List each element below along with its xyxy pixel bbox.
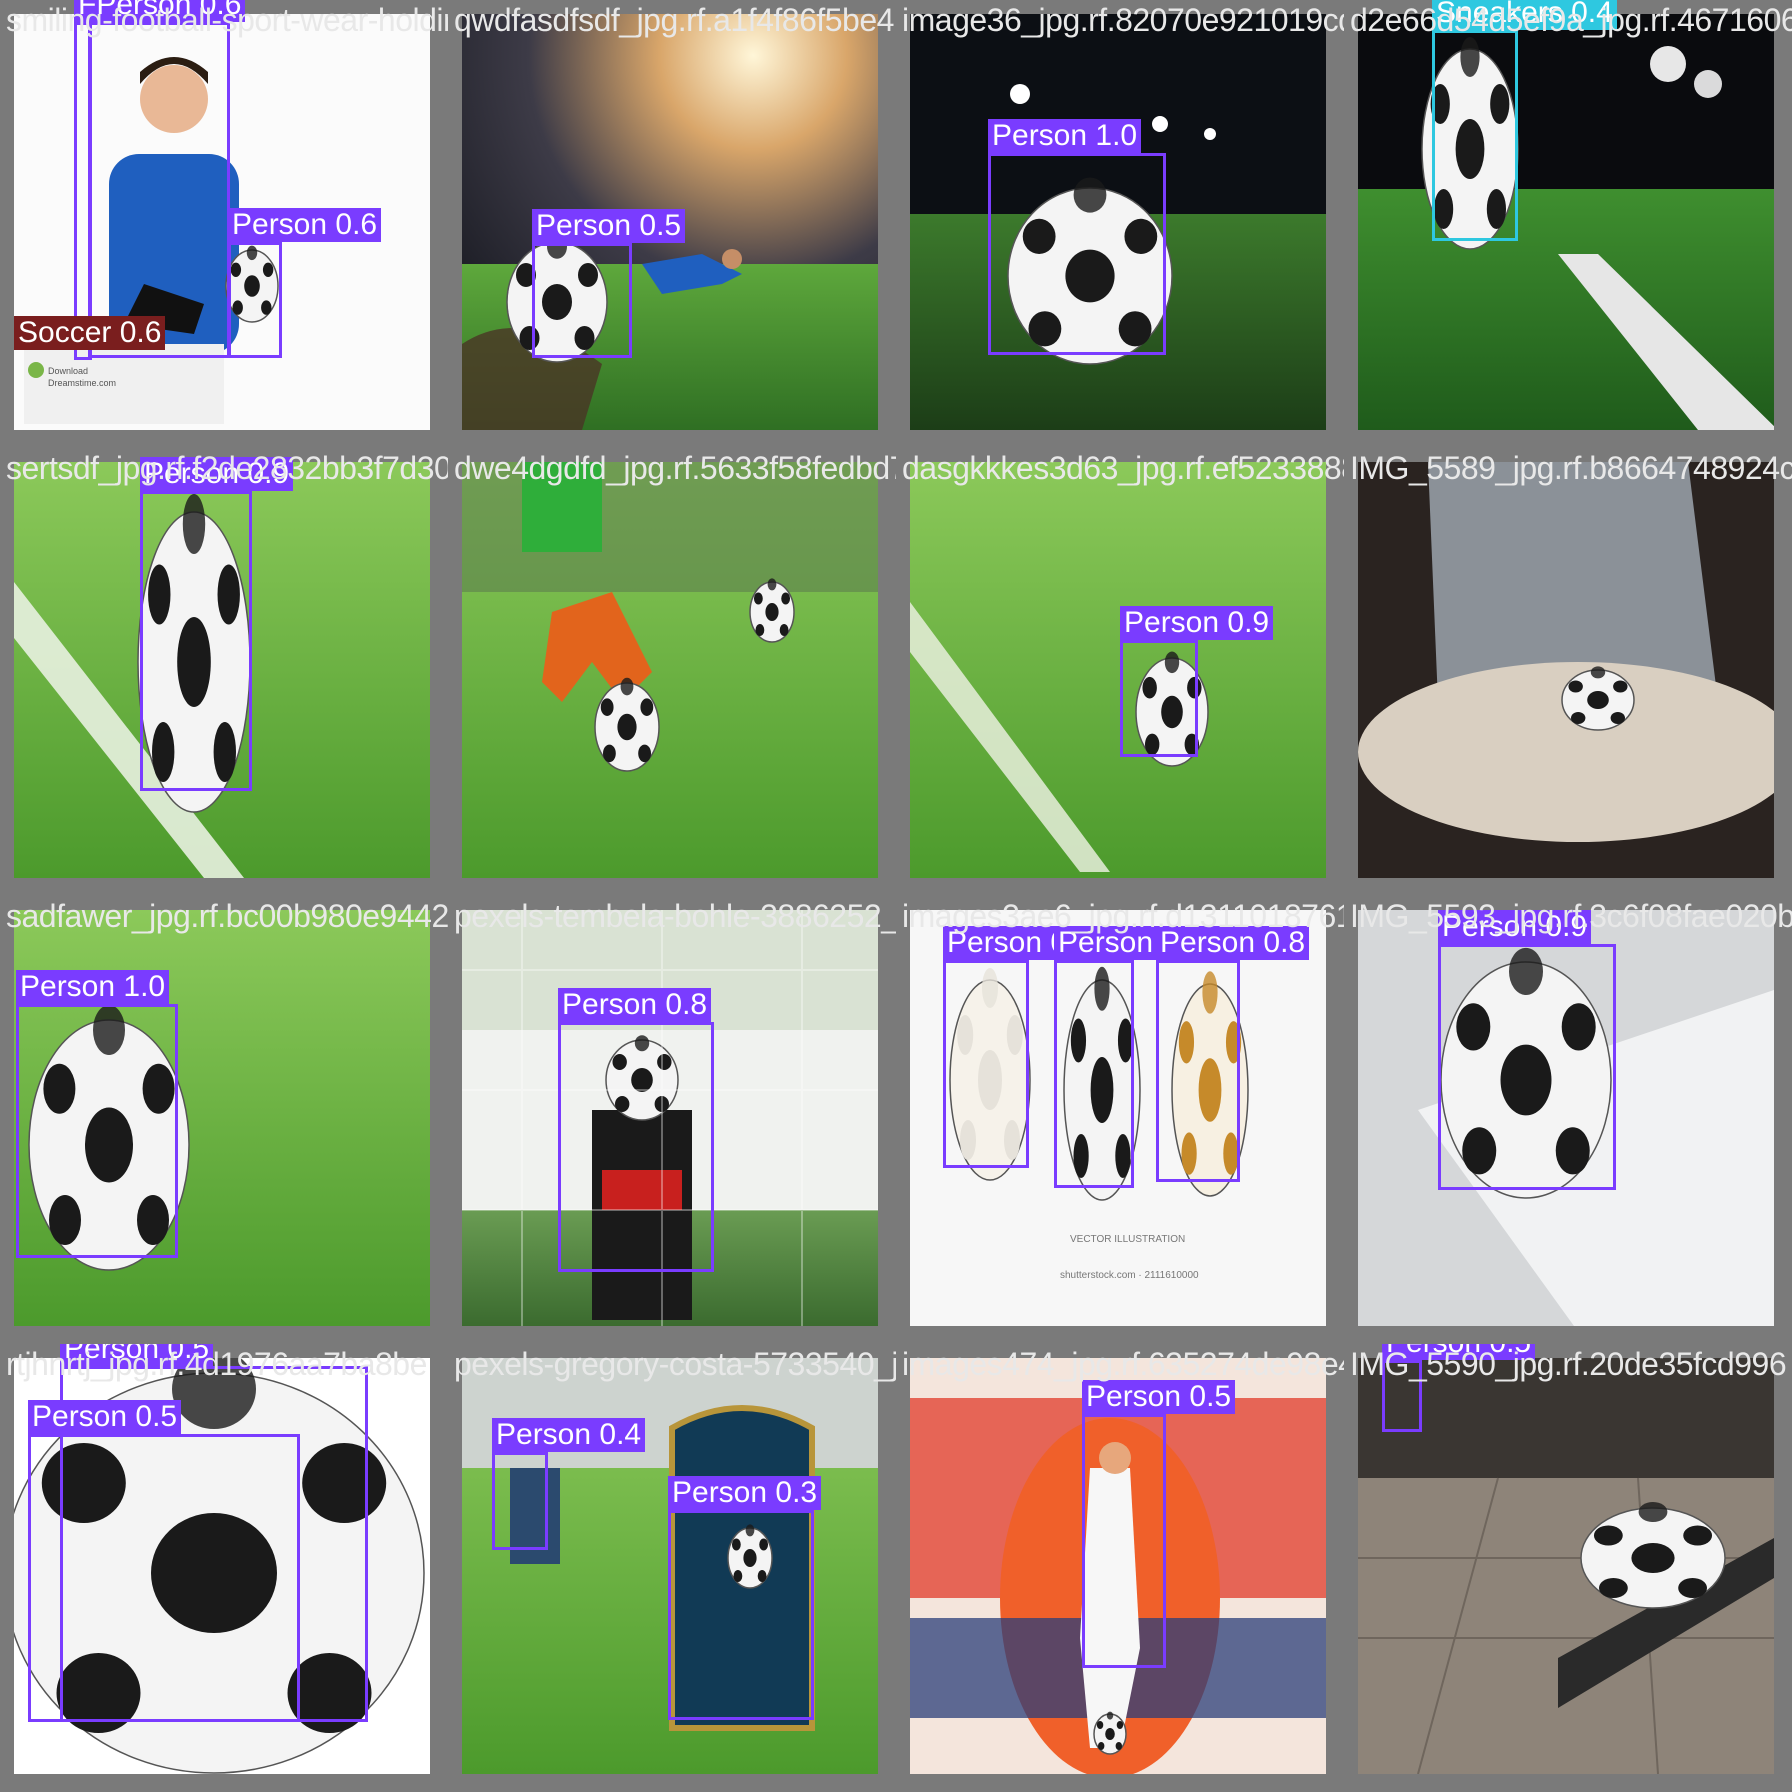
image-filename: pexels-tembela-bohle-3886252_jpg [454, 898, 896, 934]
detection-label: Person 1.0 [988, 119, 1142, 153]
image-tile: sertsdf_jpg.rf.f2de2832bb3f7d30a5ff5Pers… [0, 448, 448, 896]
svg-text:VECTOR ILLUSTRATION: VECTOR ILLUSTRATION [1070, 1234, 1185, 1245]
detection-box: Person 0.5 [28, 1400, 300, 1722]
image-tile: IMG_5593_jpg.rf.3c6f08fae020bca5Person 0… [1344, 896, 1792, 1344]
detection-grid: Download Dreamstime.com smiling-football-… [0, 0, 1792, 1792]
image-tile: IMG_5589_jpg.rf.b8664748924c4 [1344, 448, 1792, 896]
image-tile: dasgkkkes3d63_jpg.rf.ef5233888003a5f89db… [896, 448, 1344, 896]
image-tile: dwe4dgdfd_jpg.rf.5633f58fedbd70d86fkkkes… [448, 448, 896, 896]
tile-photo [462, 462, 878, 878]
detection-box: Person 0.5 [1082, 1380, 1236, 1668]
detection-box: FPerson 0.6 [74, 0, 246, 360]
detection-box: Person 0.8 [558, 988, 714, 1272]
image-filename: qwdfasdfsdf_jpg.rf.a1f4f86f5be4bcd698367… [454, 2, 896, 38]
detection-box: Person 0.3 [668, 1476, 822, 1720]
detection-label: Person 0.9 [1120, 606, 1274, 640]
detection-box: Person 0.6 [943, 926, 1097, 1168]
detection-box: Person 0.9 [1120, 606, 1274, 757]
image-filename: sertsdf_jpg.rf.f2de2832bb3f7d30a5ff5 [6, 450, 448, 486]
image-filename: images474_jpg.rf.635274de98e4e8cb20de35f… [902, 1346, 1344, 1382]
detection-label: Soccer 0.6 [14, 316, 166, 350]
tile-photo [910, 462, 1326, 878]
detection-label: Person 0.8 [558, 988, 712, 1022]
detection-label: Person 0.3 [668, 1476, 822, 1510]
image-filename: pexels-gregory-costa-5733540_jpg [454, 1346, 896, 1382]
image-filename: IMG_5593_jpg.rf.3c6f08fae020bca5 [1350, 898, 1792, 934]
tile-photo [1358, 14, 1774, 430]
image-tile: qwdfasdfsdf_jpg.rf.a1f4f86f5be4bcd698367… [448, 0, 896, 448]
image-filename: rtjhnrtj_jpg.rf.4d1976aa7ba8be [6, 1346, 427, 1382]
image-filename: smiling-football-sport-wear-holding-ball… [6, 2, 448, 38]
image-tile: pexels-tembela-bohle-3886252_jpg Person 0… [448, 896, 896, 1344]
detection-label: Person 0.5 [532, 209, 686, 243]
detection-label: Person 0.5 [1082, 1380, 1236, 1414]
detection-box: Person 0.5 [532, 209, 686, 358]
detection-label: Person 0.6 [228, 208, 382, 242]
image-filename: dwe4dgdfd_jpg.rf.5633f58fedbd70d86fkkkes… [454, 450, 896, 486]
image-filename: images3ae6_jpg.rf.d1311018761ebe47f3fae0… [902, 898, 1344, 934]
image-tile: image36_jpg.rf.82070e921019cd2e66d54d5ef… [896, 0, 1344, 448]
detection-box: Person 0.9 [1438, 910, 1616, 1190]
detection-box: Person 0.7 [1054, 926, 1208, 1188]
detection-box: Sneakers 0.4 [1432, 0, 1617, 241]
image-filename: dasgkkkes3d63_jpg.rf.ef5233888003a5f89db… [902, 450, 1344, 486]
image-filename: IMG_5590_jpg.rf.20de35fcd996 [1350, 1346, 1787, 1382]
image-tile: images474_jpg.rf.635274de98e4e8cb20de35f… [896, 1344, 1344, 1792]
image-filename: d2e66d54d5ef9a_jpg.rf.467160621 [1350, 2, 1792, 38]
image-tile: VECTOR ILLUSTRATION shutterstock.com · 2… [896, 896, 1344, 1344]
image-filename: sadfawer_jpg.rf.bc00b980e94423846b1c74a3 [6, 898, 448, 934]
image-tile: sadfawer_jpg.rf.bc00b980e94423846b1c74a3… [0, 896, 448, 1344]
svg-text:Dreamstime.com: Dreamstime.com [48, 378, 116, 388]
svg-text:Download: Download [48, 366, 88, 376]
detection-label: Person 0.5 [28, 1400, 182, 1434]
tile-photo [1358, 462, 1774, 878]
image-tile: Download Dreamstime.com smiling-football-… [0, 0, 448, 448]
detection-box: Person 0.4 [492, 1418, 646, 1550]
image-filename: image36_jpg.rf.82070e921019cd2e66d54d5ef… [902, 2, 1344, 38]
detection-box: Person 0.9 [140, 457, 294, 791]
detection-box: Person 0.6 [88, 0, 242, 358]
detection-label: Person 1.0 [16, 970, 170, 1004]
image-tile: IMG_5590_jpg.rf.20de35fcd996Person 0.5 [1344, 1344, 1792, 1792]
detection-box: Person 0.8 [1156, 926, 1310, 1182]
image-tile: pexels-gregory-costa-5733540_jpg Person 0… [448, 1344, 896, 1792]
image-filename: IMG_5589_jpg.rf.b8664748924c4 [1350, 450, 1792, 486]
svg-text:shutterstock.com · 2111610000: shutterstock.com · 2111610000 [1060, 1270, 1199, 1281]
detection-box: Person 0.6 [228, 208, 382, 358]
image-tile: rtjhnrtj_jpg.rf.4d1976aa7ba8be Person 0.5… [0, 1344, 448, 1792]
detection-box: Person 1.0 [988, 119, 1166, 355]
detection-label: Person 0.4 [492, 1418, 646, 1452]
detection-box: Person 1.0 [16, 970, 178, 1258]
image-tile: d2e66d54d5ef9a_jpg.rf.467160621 Sneakers … [1344, 0, 1792, 448]
